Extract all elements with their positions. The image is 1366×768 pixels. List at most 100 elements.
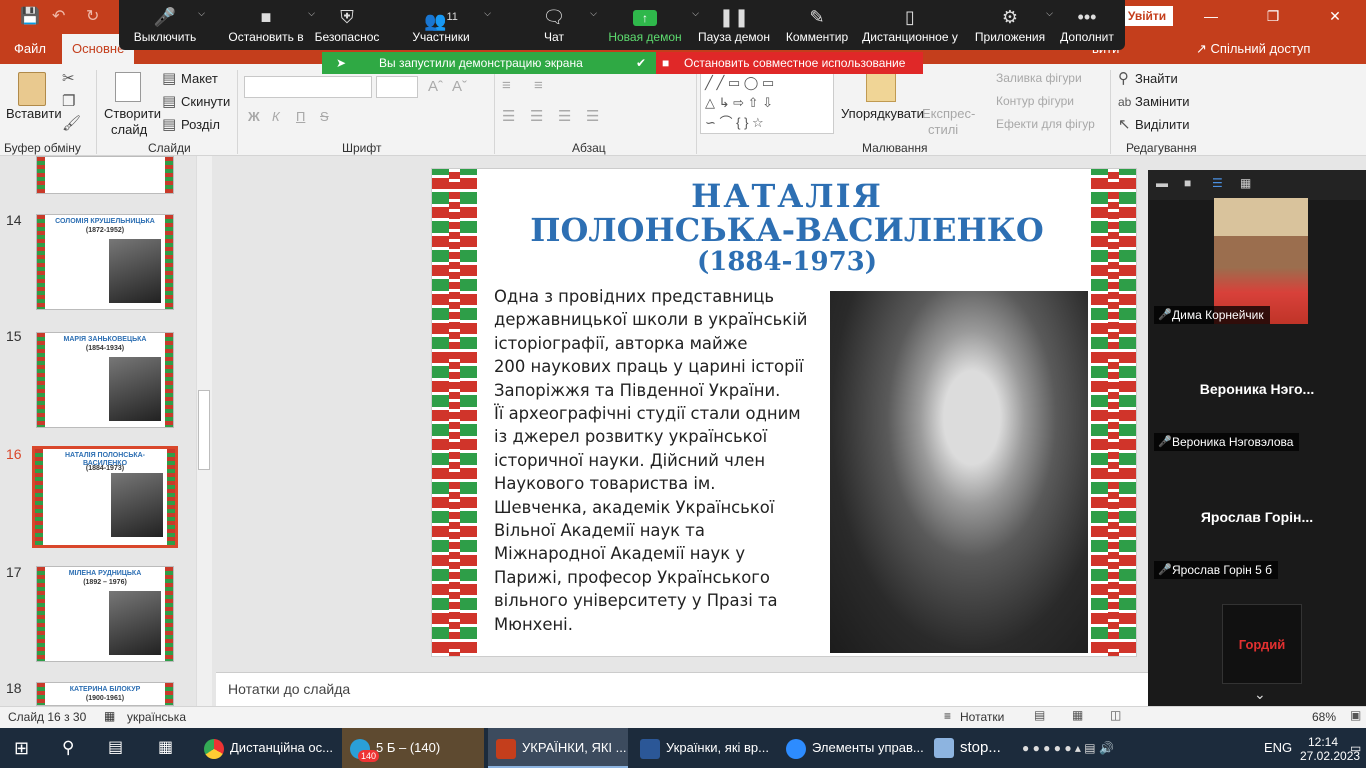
slide[interactable]: НАТАЛІЯ ПОЛОНСЬКА-ВАСИЛЕНКО (1884-1973) … <box>431 168 1137 657</box>
shape-fill-button[interactable]: Заливка фігури <box>996 71 1082 85</box>
strip-view-icon[interactable]: ☰ <box>1212 176 1223 190</box>
gallery-view-icon[interactable]: ▦ <box>1240 176 1251 190</box>
input-language[interactable]: ENG <box>1264 728 1292 768</box>
zoom-security-button[interactable]: ⛨ Безопаснос <box>299 0 395 50</box>
star-shape-icon[interactable]: ∽ ⌒ { } ☆ <box>705 115 764 131</box>
signin-button[interactable]: Увійти <box>1121 6 1173 26</box>
font-name-input[interactable] <box>244 76 372 98</box>
align-center-icon[interactable]: ☰ <box>530 109 543 125</box>
align-right-icon[interactable]: ☰ <box>558 109 571 125</box>
shape-effects-button[interactable]: Ефекти для фігур <box>996 117 1095 131</box>
line-shape-icon[interactable]: ╱ ╱ ▭ ◯ ▭ <box>705 75 774 91</box>
new-slide-button-line2[interactable]: слайд <box>111 122 147 137</box>
taskbar-powerpoint[interactable]: УКРАЇНКИ, ЯКІ ... <box>488 728 628 768</box>
shrink-font-icon[interactable]: Aˇ <box>452 79 467 95</box>
redo-icon[interactable]: ↻ <box>86 6 99 26</box>
justify-icon[interactable]: ☰ <box>586 109 599 125</box>
notes-pane[interactable]: Нотатки до слайда <box>216 672 1148 706</box>
shapes-gallery[interactable]: ╱ ╱ ▭ ◯ ▭ △ ↳ ⇨ ⇧ ⇩ ∽ ⌒ { } ☆ <box>700 70 834 134</box>
zoom-new-share-button[interactable]: ↑ Новая демон ⌵ <box>605 0 699 50</box>
taskbar-word[interactable]: Українки, які вр... <box>634 728 774 768</box>
close-icon[interactable]: ✕ <box>1304 0 1366 32</box>
find-button[interactable]: Знайти <box>1135 71 1178 86</box>
zoom-chat-button[interactable]: 🗨 Чат ⌵ <box>519 0 597 50</box>
slide-body-text[interactable]: Одна з провідних представниць державниць… <box>494 285 834 636</box>
notes-button[interactable]: Нотатки <box>960 710 1004 724</box>
zoom-apps-button[interactable]: ⚙ Приложения ⌵ <box>971 0 1053 50</box>
italic-button[interactable]: К <box>272 109 280 124</box>
numbering-icon[interactable]: ≡ <box>534 78 543 94</box>
slide-thumbnail-15[interactable]: МАРІЯ ЗАНЬКОВЕЦЬКА (1854-1934) <box>36 332 174 428</box>
paste-icon[interactable] <box>18 72 46 106</box>
notification-icon[interactable]: ▭ <box>1350 728 1361 768</box>
portrait-photo[interactable] <box>830 291 1088 653</box>
taskbar-telegram[interactable]: 5 Б – (140) 140 <box>342 728 484 768</box>
cut-icon[interactable]: ✂ <box>62 71 75 87</box>
reset-button[interactable]: Скинути <box>181 94 230 109</box>
slide-thumbnail-14[interactable]: СОЛОМІЯ КРУШЕЛЬНИЦЬКА (1872-1952) <box>36 214 174 310</box>
new-slide-icon[interactable] <box>115 72 141 102</box>
new-slide-button[interactable]: Створити <box>104 106 161 121</box>
scrollbar-thumb[interactable] <box>198 390 210 470</box>
zoom-more-button[interactable]: ••• Дополнит <box>1055 0 1119 50</box>
reading-view-icon[interactable]: ◫ <box>1110 708 1121 722</box>
undo-icon[interactable]: ↶ <box>52 6 65 26</box>
grow-font-icon[interactable]: Aˆ <box>428 79 443 95</box>
fit-slide-icon[interactable]: ▣ <box>1350 708 1361 722</box>
paste-button[interactable]: Вставити <box>6 106 62 121</box>
zoom-remote-control-button[interactable]: ▯ Дистанционное у <box>857 0 963 50</box>
minimize-icon[interactable]: — <box>1180 0 1242 32</box>
slide-thumbnail-16-selected[interactable]: НАТАЛІЯ ПОЛОНСЬКА-ВАСИЛЕНКО (1884-1973) <box>32 446 178 548</box>
tab-file[interactable]: Файл <box>14 41 46 56</box>
quick-styles-button-line2[interactable]: стилі <box>928 122 958 137</box>
select-button[interactable]: Виділити <box>1135 117 1189 132</box>
system-tray-icons[interactable]: ● ● ● ● ● ▴ ▤ 🔊 <box>1022 728 1114 768</box>
zoom-pause-share-button[interactable]: ❚❚ Пауза демон <box>693 0 775 50</box>
zoom-annotate-button[interactable]: ✎ Комментир <box>779 0 855 50</box>
arrow-shape-icon[interactable]: △ ↳ ⇨ ⇧ ⇩ <box>705 95 773 111</box>
search-icon[interactable]: ⚲ <box>62 728 74 768</box>
taskbar-chrome[interactable]: Дистанційна ос... <box>198 728 338 768</box>
language-indicator[interactable]: українська <box>127 710 186 724</box>
font-size-input[interactable] <box>376 76 418 98</box>
single-view-icon[interactable]: ■ <box>1184 176 1191 190</box>
underline-button[interactable]: П <box>296 109 305 124</box>
participant-logo[interactable]: Гордий <box>1222 604 1302 684</box>
zoom-mute-button[interactable]: 🎤 Выключить ⌵ <box>119 0 211 50</box>
calculator-icon[interactable]: ▦ <box>158 728 173 768</box>
share-button[interactable]: ↗ Спільний доступ <box>1196 41 1310 57</box>
replace-button[interactable]: Замінити <box>1135 94 1190 109</box>
slide-thumbnail-17[interactable]: МІЛЕНА РУДНИЦЬКА (1892 – 1976) <box>36 566 174 662</box>
copy-icon[interactable]: ❐ <box>62 94 75 110</box>
strikethrough-button[interactable]: S <box>320 109 329 124</box>
scroll-down-icon[interactable]: ⌄ <box>1254 686 1266 703</box>
bullets-icon[interactable]: ≡ <box>502 78 511 94</box>
zoom-participants-button[interactable]: 👥11 Участники ⌵ <box>399 0 491 50</box>
minimize-view-icon[interactable]: ▬ <box>1156 176 1168 190</box>
windows-start-icon[interactable]: ⊞ <box>14 728 29 768</box>
pin-icon[interactable]: ➤ <box>336 52 346 74</box>
restore-icon[interactable]: ❐ <box>1242 0 1304 32</box>
taskbar-zoom[interactable]: Элементы управ... <box>780 728 924 768</box>
slide-thumbnail-13[interactable] <box>36 156 174 194</box>
quick-styles-button[interactable]: Експрес- <box>922 106 975 121</box>
format-painter-icon[interactable]: 🖌 <box>62 116 81 132</box>
slide-title-firstname[interactable]: НАТАЛІЯ <box>482 177 1092 215</box>
slide-sorter-icon[interactable]: ▦ <box>1072 708 1083 722</box>
stop-share-button[interactable]: ■ Остановить совместное использование <box>656 52 923 74</box>
slide-thumbnail-18[interactable]: КАТЕРИНА БІЛОКУР (1900-1961) <box>36 682 174 706</box>
arrange-button[interactable]: Упорядкувати <box>841 106 924 121</box>
shape-outline-button[interactable]: Контур фігури <box>996 94 1074 108</box>
slide-title-surname[interactable]: ПОЛОНСЬКА-ВАСИЛЕНКО <box>482 211 1092 249</box>
slide-title-years[interactable]: (1884-1973) <box>482 247 1092 277</box>
task-view-icon[interactable]: ▤ <box>108 728 123 768</box>
arrange-icon[interactable] <box>866 72 896 102</box>
align-left-icon[interactable]: ☰ <box>502 109 515 125</box>
spellcheck-icon[interactable]: ▦ <box>104 709 115 723</box>
bold-button[interactable]: Ж <box>248 109 260 124</box>
taskbar-stop-share[interactable]: stop... <box>934 728 1001 768</box>
section-button[interactable]: Розділ <box>181 117 220 132</box>
save-icon[interactable]: 💾 <box>20 6 40 26</box>
normal-view-icon[interactable]: ▤ <box>1034 708 1045 722</box>
layout-button[interactable]: Макет <box>181 71 218 86</box>
